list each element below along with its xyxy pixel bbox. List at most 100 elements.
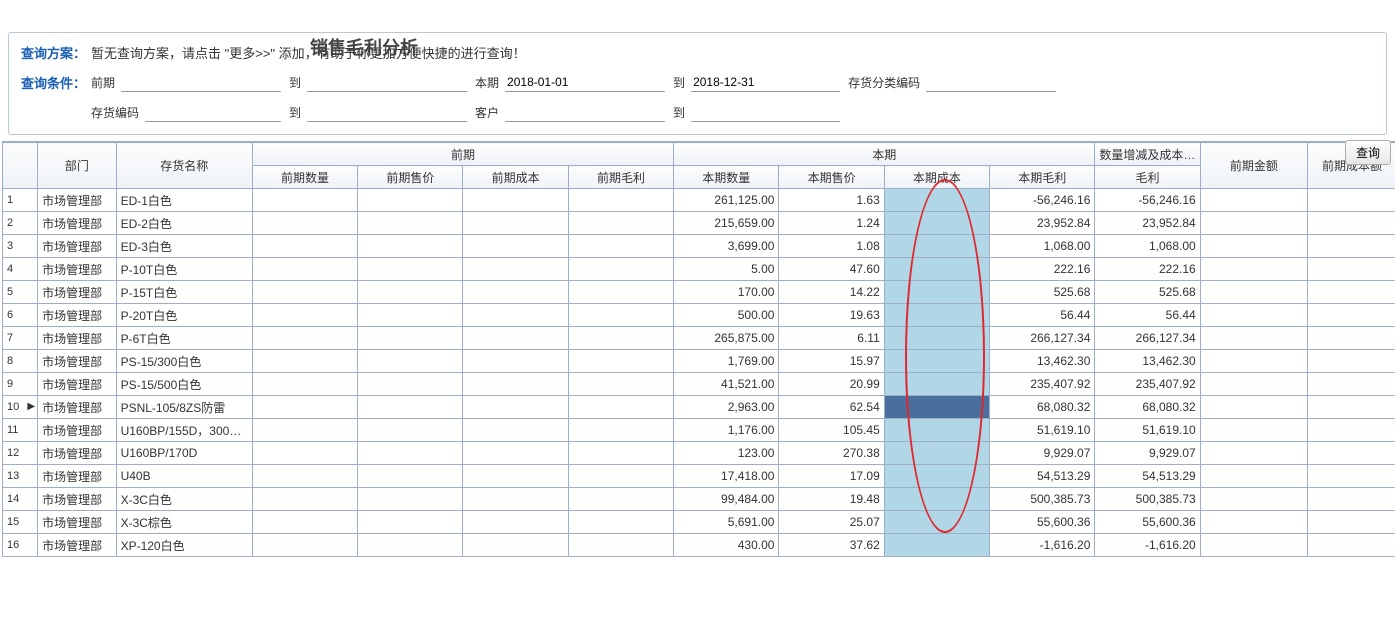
prev-amt-header[interactable]: 前期金额 xyxy=(1200,143,1307,189)
prev-cost-amt-cell xyxy=(1308,373,1395,396)
delta-gp-cell: 1,068.00 xyxy=(1095,235,1200,258)
dept-cell: 市场管理部 xyxy=(38,350,116,373)
curr-price-cell: 270.38 xyxy=(779,442,884,465)
curr-period-to-input[interactable] xyxy=(691,72,840,92)
prev-amt-cell xyxy=(1200,281,1307,304)
table-row[interactable]: 7市场管理部P-6T白色265,875.006.11266,127.34266,… xyxy=(3,327,1395,350)
prev-period-to-input[interactable] xyxy=(307,72,467,92)
curr-cost-cell[interactable] xyxy=(884,488,989,511)
curr-gp-header[interactable]: 本期毛利 xyxy=(990,166,1095,189)
customer-from-input[interactable] xyxy=(505,102,665,122)
prev-cost-cell xyxy=(463,327,568,350)
curr-period-from-input[interactable] xyxy=(505,72,665,92)
inv-name-cell: PSNL-105/8ZS防雷 xyxy=(116,396,252,419)
curr-cost-cell[interactable] xyxy=(884,212,989,235)
curr-cost-cell[interactable] xyxy=(884,235,989,258)
curr-cost-cell[interactable] xyxy=(884,350,989,373)
inv-code-from-input[interactable] xyxy=(145,102,281,122)
row-number: 6 xyxy=(3,304,38,327)
table-row[interactable]: 15市场管理部X-3C棕色5,691.0025.0755,600.3655,60… xyxy=(3,511,1395,534)
inv-name-cell: U40B xyxy=(116,465,252,488)
prev-gp-cell xyxy=(568,327,673,350)
table-row[interactable]: 4市场管理部P-10T白色5.0047.60222.16222.16 xyxy=(3,258,1395,281)
table-row[interactable]: 5市场管理部P-15T白色170.0014.22525.68525.68 xyxy=(3,281,1395,304)
curr-cost-cell[interactable] xyxy=(884,327,989,350)
curr-cost-cell[interactable] xyxy=(884,396,989,419)
prev-cost-cell xyxy=(463,350,568,373)
curr-price-cell: 19.63 xyxy=(779,304,884,327)
customer-to-input[interactable] xyxy=(691,102,840,122)
curr-cost-cell[interactable] xyxy=(884,465,989,488)
table-row[interactable]: 14市场管理部X-3C白色99,484.0019.48500,385.73500… xyxy=(3,488,1395,511)
curr-price-cell: 19.48 xyxy=(779,488,884,511)
table-row[interactable]: 1市场管理部ED-1白色261,125.001.63-56,246.16-56,… xyxy=(3,189,1395,212)
prev-amt-cell xyxy=(1200,235,1307,258)
table-row[interactable]: 9市场管理部PS-15/500白色41,521.0020.99235,407.9… xyxy=(3,373,1395,396)
inv-code-to-input[interactable] xyxy=(307,102,467,122)
prev-price-cell xyxy=(358,465,463,488)
curr-cost-cell[interactable] xyxy=(884,373,989,396)
table-row[interactable]: 3市场管理部ED-3白色3,699.001.081,068.001,068.00 xyxy=(3,235,1395,258)
curr-group-header[interactable]: 本期 xyxy=(674,143,1095,166)
curr-qty-cell: 99,484.00 xyxy=(674,488,779,511)
table-row[interactable]: 13市场管理部U40B17,418.0017.0954,513.2954,513… xyxy=(3,465,1395,488)
prev-gp-cell xyxy=(568,258,673,281)
prev-cost-amt-cell xyxy=(1308,304,1395,327)
curr-price-cell: 6.11 xyxy=(779,327,884,350)
curr-cost-cell[interactable] xyxy=(884,189,989,212)
inv-cat-input[interactable] xyxy=(926,72,1056,92)
prev-group-header[interactable]: 前期 xyxy=(252,143,673,166)
curr-qty-cell: 170.00 xyxy=(674,281,779,304)
prev-cost-amt-cell xyxy=(1308,258,1395,281)
curr-cost-header[interactable]: 本期成本 xyxy=(884,166,989,189)
curr-gp-cell: 9,929.07 xyxy=(990,442,1095,465)
table-row[interactable]: 8市场管理部PS-15/300白色1,769.0015.9713,462.301… xyxy=(3,350,1395,373)
prev-gp-cell xyxy=(568,235,673,258)
inv-name-header[interactable]: 存货名称 xyxy=(116,143,252,189)
curr-gp-cell: 23,952.84 xyxy=(990,212,1095,235)
dept-cell: 市场管理部 xyxy=(38,465,116,488)
inv-name-cell: P-15T白色 xyxy=(116,281,252,304)
dept-header[interactable]: 部门 xyxy=(38,143,116,189)
prev-period-from-input[interactable] xyxy=(121,72,281,92)
curr-qty-cell: 261,125.00 xyxy=(674,189,779,212)
curr-cost-cell[interactable] xyxy=(884,258,989,281)
dept-cell: 市场管理部 xyxy=(38,304,116,327)
prev-price-cell xyxy=(358,488,463,511)
prev-qty-header[interactable]: 前期数量 xyxy=(252,166,357,189)
prev-qty-cell xyxy=(252,258,357,281)
rownum-header xyxy=(3,143,38,189)
prev-gp-header[interactable]: 前期毛利 xyxy=(568,166,673,189)
table-row[interactable]: 2市场管理部ED-2白色215,659.001.2423,952.8423,95… xyxy=(3,212,1395,235)
curr-cost-cell[interactable] xyxy=(884,419,989,442)
delta-gp-cell: 23,952.84 xyxy=(1095,212,1200,235)
row-number: 14 xyxy=(3,488,38,511)
table-row[interactable]: 12市场管理部U160BP/170D123.00270.389,929.079,… xyxy=(3,442,1395,465)
table-row[interactable]: 10▶市场管理部PSNL-105/8ZS防雷2,963.0062.5468,08… xyxy=(3,396,1395,419)
delta-gp-cell: 68,080.32 xyxy=(1095,396,1200,419)
curr-cost-cell[interactable] xyxy=(884,442,989,465)
prev-price-header[interactable]: 前期售价 xyxy=(358,166,463,189)
table-row[interactable]: 16市场管理部XP-120白色430.0037.62-1,616.20-1,61… xyxy=(3,534,1395,557)
curr-qty-header[interactable]: 本期数量 xyxy=(674,166,779,189)
query-panel: 查询方案： 暂无查询方案，请点击 "更多>>" 添加，有助于你更加方便快捷的进行… xyxy=(8,32,1387,135)
row-number: 5 xyxy=(3,281,38,304)
curr-cost-cell[interactable] xyxy=(884,534,989,557)
prev-cost-cell xyxy=(463,258,568,281)
prev-cost-header[interactable]: 前期成本 xyxy=(463,166,568,189)
curr-price-header[interactable]: 本期售价 xyxy=(779,166,884,189)
dept-cell: 市场管理部 xyxy=(38,373,116,396)
table-row[interactable]: 6市场管理部P-20T白色500.0019.6356.4456.44 xyxy=(3,304,1395,327)
curr-cost-cell[interactable] xyxy=(884,304,989,327)
curr-cost-cell[interactable] xyxy=(884,511,989,534)
curr-price-cell: 105.45 xyxy=(779,419,884,442)
curr-qty-cell: 265,875.00 xyxy=(674,327,779,350)
delta-gp-header[interactable]: 毛利 xyxy=(1095,166,1200,189)
prev-price-cell xyxy=(358,373,463,396)
prev-gp-cell xyxy=(568,373,673,396)
query-button[interactable]: 查询 xyxy=(1345,140,1391,165)
delta-group-header[interactable]: 数量增减及成本影响 xyxy=(1095,143,1200,166)
prev-price-cell xyxy=(358,258,463,281)
curr-cost-cell[interactable] xyxy=(884,281,989,304)
table-row[interactable]: 11市场管理部U160BP/155D，300，…1,176.00105.4551… xyxy=(3,419,1395,442)
